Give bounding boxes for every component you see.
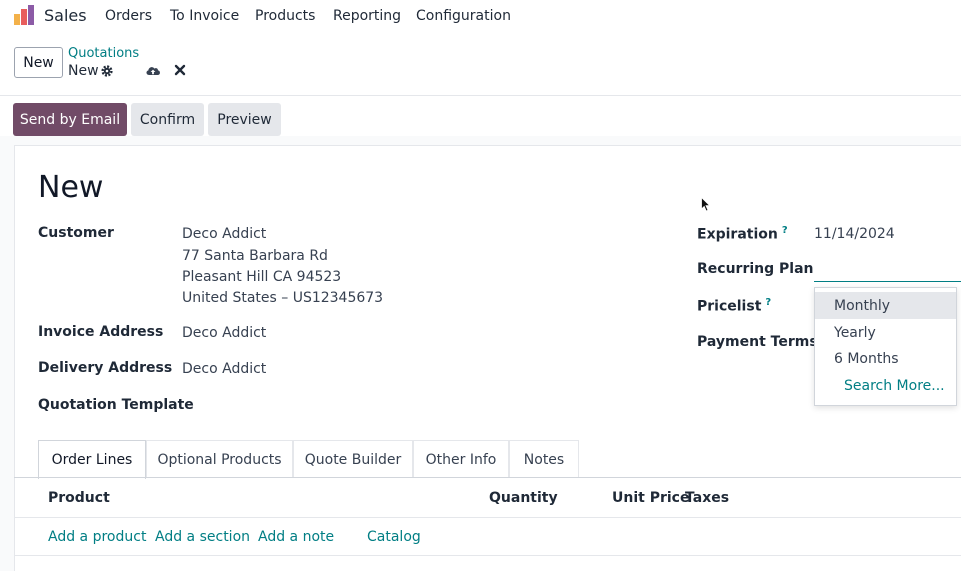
payment-terms-label: Payment Terms [697, 334, 818, 350]
control-panel-divider [0, 95, 961, 96]
confirm-button[interactable]: Confirm [131, 103, 204, 136]
pricelist-label: Pricelist? [697, 297, 772, 315]
invoice-address-label: Invoice Address [38, 324, 164, 340]
column-unit-price[interactable]: Unit Price [612, 490, 689, 506]
tab-notes[interactable]: Notes [509, 440, 579, 478]
preview-button[interactable]: Preview [208, 103, 281, 136]
close-icon[interactable] [174, 64, 186, 76]
add-note-link[interactable]: Add a note [258, 529, 334, 545]
dropdown-option-6-months[interactable]: 6 Months [815, 345, 956, 372]
cloud-upload-icon[interactable] [145, 63, 161, 77]
top-navbar: Sales Orders To Invoice Products Reporti… [0, 0, 961, 32]
customer-street: 77 Santa Barbara Rd [182, 248, 328, 264]
column-product[interactable]: Product [48, 490, 110, 506]
customer-label: Customer [38, 225, 114, 241]
column-taxes[interactable]: Taxes [685, 490, 729, 506]
expiration-date-field[interactable]: 11/14/2024 [814, 226, 895, 242]
nav-configuration[interactable]: Configuration [416, 8, 511, 24]
add-section-link[interactable]: Add a section [155, 529, 250, 545]
table-row-divider [14, 555, 961, 556]
quotation-template-label: Quotation Template [38, 397, 194, 413]
dropdown-option-monthly[interactable]: Monthly [815, 292, 956, 319]
breadcrumb-current-record: New [68, 63, 99, 79]
record-title: New [38, 170, 104, 205]
recurring-plan-input[interactable] [814, 281, 961, 282]
nav-to-invoice[interactable]: To Invoice [170, 8, 239, 24]
dropdown-search-more[interactable]: Search More... [815, 372, 956, 399]
tab-other-info[interactable]: Other Info [413, 440, 509, 478]
send-by-email-button[interactable]: Send by Email [13, 103, 127, 136]
tab-optional-products[interactable]: Optional Products [146, 440, 293, 478]
tab-divider [14, 477, 961, 478]
help-icon[interactable]: ? [765, 297, 771, 308]
new-record-button[interactable]: New [14, 47, 63, 78]
gear-icon[interactable] [100, 64, 114, 78]
tab-order-lines[interactable]: Order Lines [38, 440, 146, 479]
tab-quote-builder[interactable]: Quote Builder [293, 440, 413, 478]
expiration-label: Expiration? [697, 225, 788, 243]
help-icon[interactable]: ? [782, 225, 788, 236]
nav-orders[interactable]: Orders [105, 8, 152, 24]
delivery-address-field[interactable]: Deco Addict [182, 361, 266, 377]
app-name[interactable]: Sales [44, 6, 87, 25]
invoice-address-field[interactable]: Deco Addict [182, 325, 266, 341]
recurring-plan-dropdown: Monthly Yearly 6 Months Search More... [814, 287, 957, 406]
catalog-button[interactable]: Catalog [367, 529, 421, 545]
nav-products[interactable]: Products [255, 8, 315, 24]
add-product-link[interactable]: Add a product [48, 529, 146, 545]
table-header-divider [14, 517, 961, 518]
column-quantity[interactable]: Quantity [489, 490, 558, 506]
mouse-cursor-icon [701, 197, 711, 212]
nav-reporting[interactable]: Reporting [333, 8, 401, 24]
customer-name[interactable]: Deco Addict [182, 226, 266, 242]
customer-country: United States – US12345673 [182, 290, 384, 306]
breadcrumb-quotations[interactable]: Quotations [68, 46, 139, 61]
recurring-plan-label: Recurring Plan [697, 261, 814, 277]
sales-app-logo-icon[interactable] [13, 5, 35, 25]
customer-city: Pleasant Hill CA 94523 [182, 269, 342, 285]
delivery-address-label: Delivery Address [38, 360, 173, 376]
dropdown-option-yearly[interactable]: Yearly [815, 319, 956, 346]
